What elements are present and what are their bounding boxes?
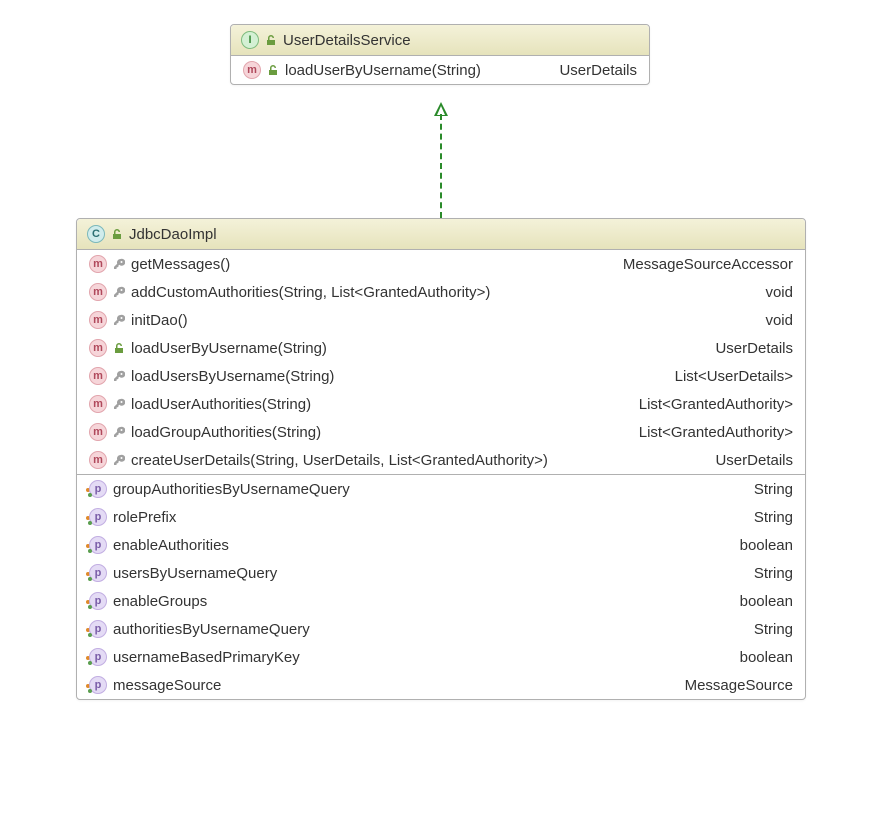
property-name: rolePrefix (113, 509, 176, 526)
public-visibility-icon (267, 64, 279, 76)
method-row: m loadGroupAuthorities(String) List<Grante… (77, 418, 805, 446)
method-icon: m (89, 423, 107, 441)
property-name: authoritiesByUsernameQuery (113, 621, 310, 638)
public-visibility-icon (113, 342, 125, 354)
property-row: p groupAuthoritiesByUsernameQuery String (77, 475, 805, 503)
method-icon: m (89, 367, 107, 385)
uml-class-header: C JdbcDaoImpl (77, 219, 805, 250)
uml-class-box: C JdbcDaoImpl m getMessages() MessageSourc… (76, 218, 806, 700)
property-row: p enableAuthorities boolean (77, 531, 805, 559)
method-signature: loadGroupAuthorities(String) (131, 424, 321, 441)
class-icon: C (87, 225, 105, 243)
property-row: p authoritiesByUsernameQuery String (77, 615, 805, 643)
method-signature: initDao() (131, 312, 188, 329)
protected-visibility-icon (113, 314, 125, 326)
method-icon: m (89, 395, 107, 413)
property-icon: p (89, 508, 107, 526)
method-row: m createUserDetails(String, UserDetails, … (77, 446, 805, 474)
method-return-type: UserDetails (559, 62, 637, 79)
method-icon: m (89, 451, 107, 469)
method-return-type: MessageSourceAccessor (623, 256, 793, 273)
protected-visibility-icon (113, 426, 125, 438)
method-row: m loadUserAuthorities(String) List<Granted… (77, 390, 805, 418)
property-name: groupAuthoritiesByUsernameQuery (113, 481, 350, 498)
protected-visibility-icon (113, 258, 125, 270)
method-row: m getMessages() MessageSourceAccessor (77, 250, 805, 278)
methods-section: m getMessages() MessageSourceAccessor m addC… (77, 250, 805, 474)
method-icon: m (89, 311, 107, 329)
property-name: enableGroups (113, 593, 207, 610)
method-row: m loadUserByUsername(String) UserDetails (77, 334, 805, 362)
method-icon: m (89, 283, 107, 301)
method-signature: getMessages() (131, 256, 230, 273)
method-return-type: UserDetails (715, 452, 793, 469)
method-row: m addCustomAuthorities(String, List<Grant… (77, 278, 805, 306)
property-row: p enableGroups boolean (77, 587, 805, 615)
property-icon: p (89, 620, 107, 638)
property-type: MessageSource (685, 677, 793, 694)
method-return-type: void (765, 284, 793, 301)
method-row: m initDao() void (77, 306, 805, 334)
realization-arrow (431, 102, 451, 218)
property-name: usersByUsernameQuery (113, 565, 277, 582)
property-name: usernameBasedPrimaryKey (113, 649, 300, 666)
method-return-type: void (765, 312, 793, 329)
method-return-type: List<UserDetails> (675, 368, 793, 385)
protected-visibility-icon (113, 370, 125, 382)
property-row: p usersByUsernameQuery String (77, 559, 805, 587)
property-type: String (754, 481, 793, 498)
property-icon: p (89, 676, 107, 694)
property-name: enableAuthorities (113, 537, 229, 554)
method-signature: addCustomAuthorities(String, List<Grante… (131, 284, 490, 301)
property-name: messageSource (113, 677, 221, 694)
method-row: m loadUsersByUsername(String) List<UserDet… (77, 362, 805, 390)
public-visibility-icon (265, 34, 277, 46)
properties-section: pgroupAuthoritiesByUsernameQueryStringpr… (77, 474, 805, 699)
method-icon: m (89, 339, 107, 357)
property-icon: p (89, 592, 107, 610)
property-type: String (754, 509, 793, 526)
protected-visibility-icon (113, 398, 125, 410)
property-icon: p (89, 480, 107, 498)
method-signature: createUserDetails(String, UserDetails, L… (131, 452, 548, 469)
protected-visibility-icon (113, 286, 125, 298)
property-type: String (754, 621, 793, 638)
uml-interface-box: I UserDetailsService m loadUserByUsernam… (230, 24, 650, 85)
arrow-dashed-line (440, 114, 442, 218)
class-name: JdbcDaoImpl (129, 226, 217, 243)
property-row: p rolePrefix String (77, 503, 805, 531)
method-icon: m (243, 61, 261, 79)
method-return-type: List<GrantedAuthority> (639, 424, 793, 441)
protected-visibility-icon (113, 454, 125, 466)
method-row: m loadUserByUsername(String) UserDetails (231, 56, 649, 84)
property-type: String (754, 565, 793, 582)
method-return-type: List<GrantedAuthority> (639, 396, 793, 413)
method-icon: m (89, 255, 107, 273)
property-type: boolean (740, 537, 793, 554)
uml-interface-header: I UserDetailsService (231, 25, 649, 56)
method-signature: loadUserByUsername(String) (131, 340, 327, 357)
interface-name: UserDetailsService (283, 32, 411, 49)
property-icon: p (89, 536, 107, 554)
method-signature: loadUsersByUsername(String) (131, 368, 334, 385)
public-visibility-icon (111, 228, 123, 240)
property-icon: p (89, 648, 107, 666)
interface-icon: I (241, 31, 259, 49)
property-row: p messageSource MessageSource (77, 671, 805, 699)
method-return-type: UserDetails (715, 340, 793, 357)
property-type: boolean (740, 593, 793, 610)
property-type: boolean (740, 649, 793, 666)
method-signature: loadUserByUsername(String) (285, 62, 481, 79)
method-signature: loadUserAuthorities(String) (131, 396, 311, 413)
property-icon: p (89, 564, 107, 582)
property-row: p usernameBasedPrimaryKey boolean (77, 643, 805, 671)
